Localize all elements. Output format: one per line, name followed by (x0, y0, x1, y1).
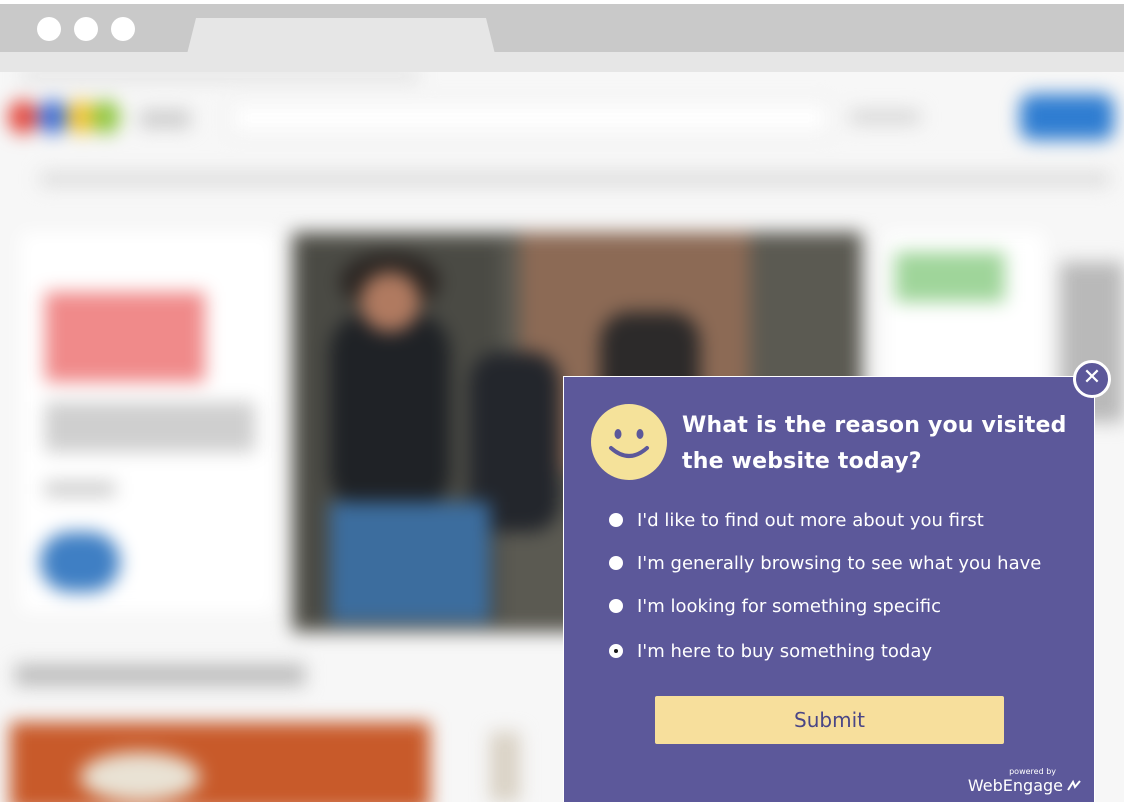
survey-question: What is the reason you visited the websi… (682, 413, 1067, 474)
smiley-face-icon (591, 404, 667, 480)
radio-button-selected[interactable] (609, 644, 623, 658)
survey-option-label: I'm here to buy something today (637, 640, 932, 662)
survey-option-label: I'd like to find out more about you firs… (637, 509, 984, 531)
chrome-toolbar (0, 52, 1124, 72)
submit-button[interactable]: Submit (655, 696, 1004, 744)
radio-button[interactable] (609, 599, 623, 613)
webengage-logo-text: WebEngage (967, 776, 1063, 795)
survey-option[interactable]: I'd like to find out more about you firs… (609, 506, 984, 534)
powered-by-badge[interactable]: powered by WebEngage (968, 767, 1082, 795)
powered-by-label: powered by (1009, 767, 1056, 776)
survey-option[interactable]: I'm generally browsing to see what you h… (609, 549, 1041, 577)
close-icon[interactable]: ✕ (1073, 360, 1111, 398)
radio-button[interactable] (609, 556, 623, 570)
window-close-dot[interactable] (37, 17, 61, 41)
window-maximize-dot[interactable] (111, 17, 135, 41)
browser-chrome (0, 0, 1124, 72)
chrome-top-edge (0, 0, 1124, 4)
survey-option-selected[interactable]: I'm here to buy something today (609, 637, 932, 665)
survey-option[interactable]: I'm looking for something specific (609, 592, 941, 620)
survey-option-label: I'm looking for something specific (637, 595, 942, 617)
radio-button[interactable] (609, 513, 623, 527)
survey-option-label: I'm generally browsing to see what you h… (637, 552, 1042, 574)
webengage-logo-icon (1067, 779, 1081, 791)
window-minimize-dot[interactable] (74, 17, 98, 41)
survey-popup: What is the reason you visited the websi… (563, 376, 1095, 802)
